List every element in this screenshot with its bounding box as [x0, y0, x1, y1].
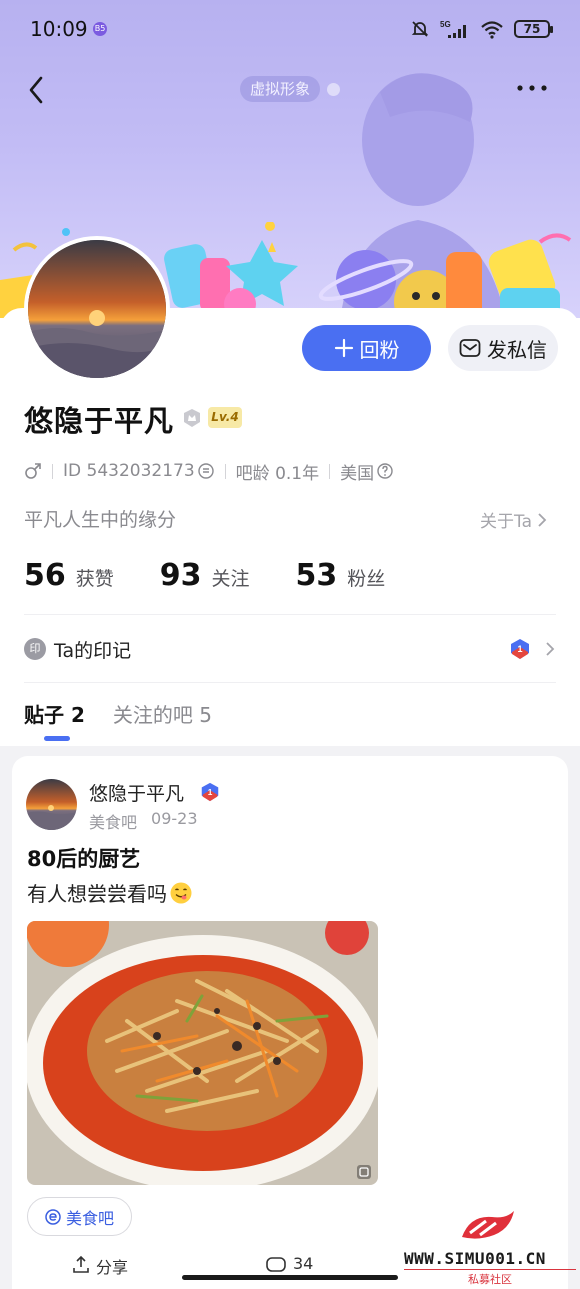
seal-badges: 1 [508, 637, 556, 661]
food-dish-image [27, 921, 378, 1185]
home-indicator[interactable] [182, 1275, 398, 1280]
follow-back-button[interactable]: 回粉 [302, 325, 431, 371]
rank-badge-icon: 1 [511, 639, 529, 659]
message-button[interactable]: 发私信 [448, 325, 558, 371]
profile-bio: 平凡人生中的缘分 [24, 509, 177, 531]
comment-count: 34 [293, 1254, 314, 1273]
follow-back-label: 回粉 [359, 337, 400, 362]
post-author-avatar[interactable] [26, 779, 77, 830]
post-author-name[interactable]: 悠隐于平凡 [89, 779, 184, 806]
about-link[interactable]: 关于Ta [480, 507, 548, 532]
comment-icon [266, 1257, 286, 1272]
message-label: 发私信 [487, 337, 547, 362]
profile-tabs: 贴子 2 关注的吧 5 [24, 699, 212, 729]
post-forum-name[interactable]: 美食吧 [89, 809, 137, 833]
post-meta: 美食吧 09-23 [89, 809, 198, 833]
virtual-avatar-tag[interactable]: 虚拟形象 [240, 76, 321, 102]
stat-label: 关注 [211, 568, 250, 590]
level-badge: Lv.4 [208, 407, 242, 428]
watermark-subtitle: 私募社区 [404, 1269, 576, 1287]
stat-followers[interactable]: 53 粉丝 [296, 558, 386, 593]
stat-likes[interactable]: 56 获赞 [24, 558, 114, 593]
post-image[interactable] [27, 921, 378, 1185]
back-icon[interactable] [22, 70, 52, 110]
rank-badge-icon: 1 [201, 782, 219, 802]
stat-following[interactable]: 93 关注 [160, 558, 250, 593]
crown-badge-icon [184, 409, 200, 427]
share-icon [73, 1255, 89, 1273]
app-notification-icon: B5 [93, 22, 107, 36]
svg-text:5G: 5G [440, 20, 451, 29]
male-gender-icon [25, 463, 41, 479]
forum-chip-label: 美食吧 [65, 1208, 114, 1228]
status-bar: 10:09 B5 5G 75 [0, 0, 580, 58]
chevron-right-icon [546, 642, 555, 656]
plus-icon [334, 338, 353, 358]
help-icon[interactable] [376, 462, 394, 480]
post-title[interactable]: 80后的厨艺 [27, 843, 140, 873]
profile-meta-row: ID 5432032173 吧龄 0.1年 美国 [24, 459, 394, 484]
post-date: 09-23 [151, 809, 198, 828]
mute-bell-icon [411, 21, 429, 37]
tab-followed-bars[interactable]: 关注的吧 5 [113, 699, 212, 729]
stat-value: 93 [159, 558, 202, 593]
image-expand-icon [357, 1165, 371, 1179]
signal-icon: 5G [440, 20, 466, 38]
share-button[interactable]: 分享 [70, 1254, 128, 1276]
watermark-logo-icon [462, 1211, 514, 1239]
watermark: WWW.SIMU001.CN 私募社区 [404, 1207, 576, 1287]
status-time: 10:09 [30, 17, 88, 41]
profile-location: 美国 [340, 463, 375, 484]
forum-chip[interactable]: 美食吧 [27, 1197, 132, 1236]
chevron-right-icon [538, 512, 547, 527]
sunset-avatar-image [28, 240, 166, 378]
battery-icon: 75 [514, 20, 553, 38]
svg-text:1: 1 [517, 644, 522, 654]
profile-username: 悠隐于平凡 [24, 404, 175, 438]
stat-value: 53 [295, 558, 338, 593]
seal-row[interactable]: 印 Ta的印记 1 [24, 635, 556, 663]
profile-bar-age: 吧龄 0.1年 [235, 463, 320, 484]
stat-label: 粉丝 [347, 568, 386, 590]
copy-id-icon[interactable] [197, 462, 215, 480]
about-link-label: 关于Ta [480, 512, 532, 532]
active-tab-indicator [44, 736, 70, 741]
sunset-avatar-image [26, 779, 77, 830]
post-body[interactable]: 有人想尝尝看吗 [27, 878, 193, 907]
envelope-icon [459, 339, 481, 357]
divider [24, 614, 556, 615]
profile-id: ID 5432032173 [63, 461, 195, 481]
divider [24, 682, 556, 683]
tab-posts[interactable]: 贴子 2 [24, 699, 85, 729]
post-body-text: 有人想尝尝看吗 [27, 882, 167, 906]
seal-label: Ta的印记 [54, 639, 132, 662]
stats-row: 56 获赞 93 关注 53 粉丝 [24, 558, 431, 598]
profile-avatar[interactable] [24, 236, 170, 382]
share-label: 分享 [96, 1258, 129, 1276]
status-icons: 5G 75 [410, 16, 553, 42]
comment-button[interactable]: 34 [265, 1254, 313, 1276]
stat-label: 获赞 [75, 568, 114, 590]
watermark-url: WWW.SIMU001.CN [404, 1249, 546, 1268]
forum-e-icon [45, 1208, 61, 1225]
stat-value: 56 [24, 558, 66, 593]
svg-text:1: 1 [208, 788, 213, 797]
seal-icon: 印 [24, 638, 46, 660]
yummy-face-emoji-icon [170, 882, 192, 903]
wifi-icon [481, 21, 503, 39]
